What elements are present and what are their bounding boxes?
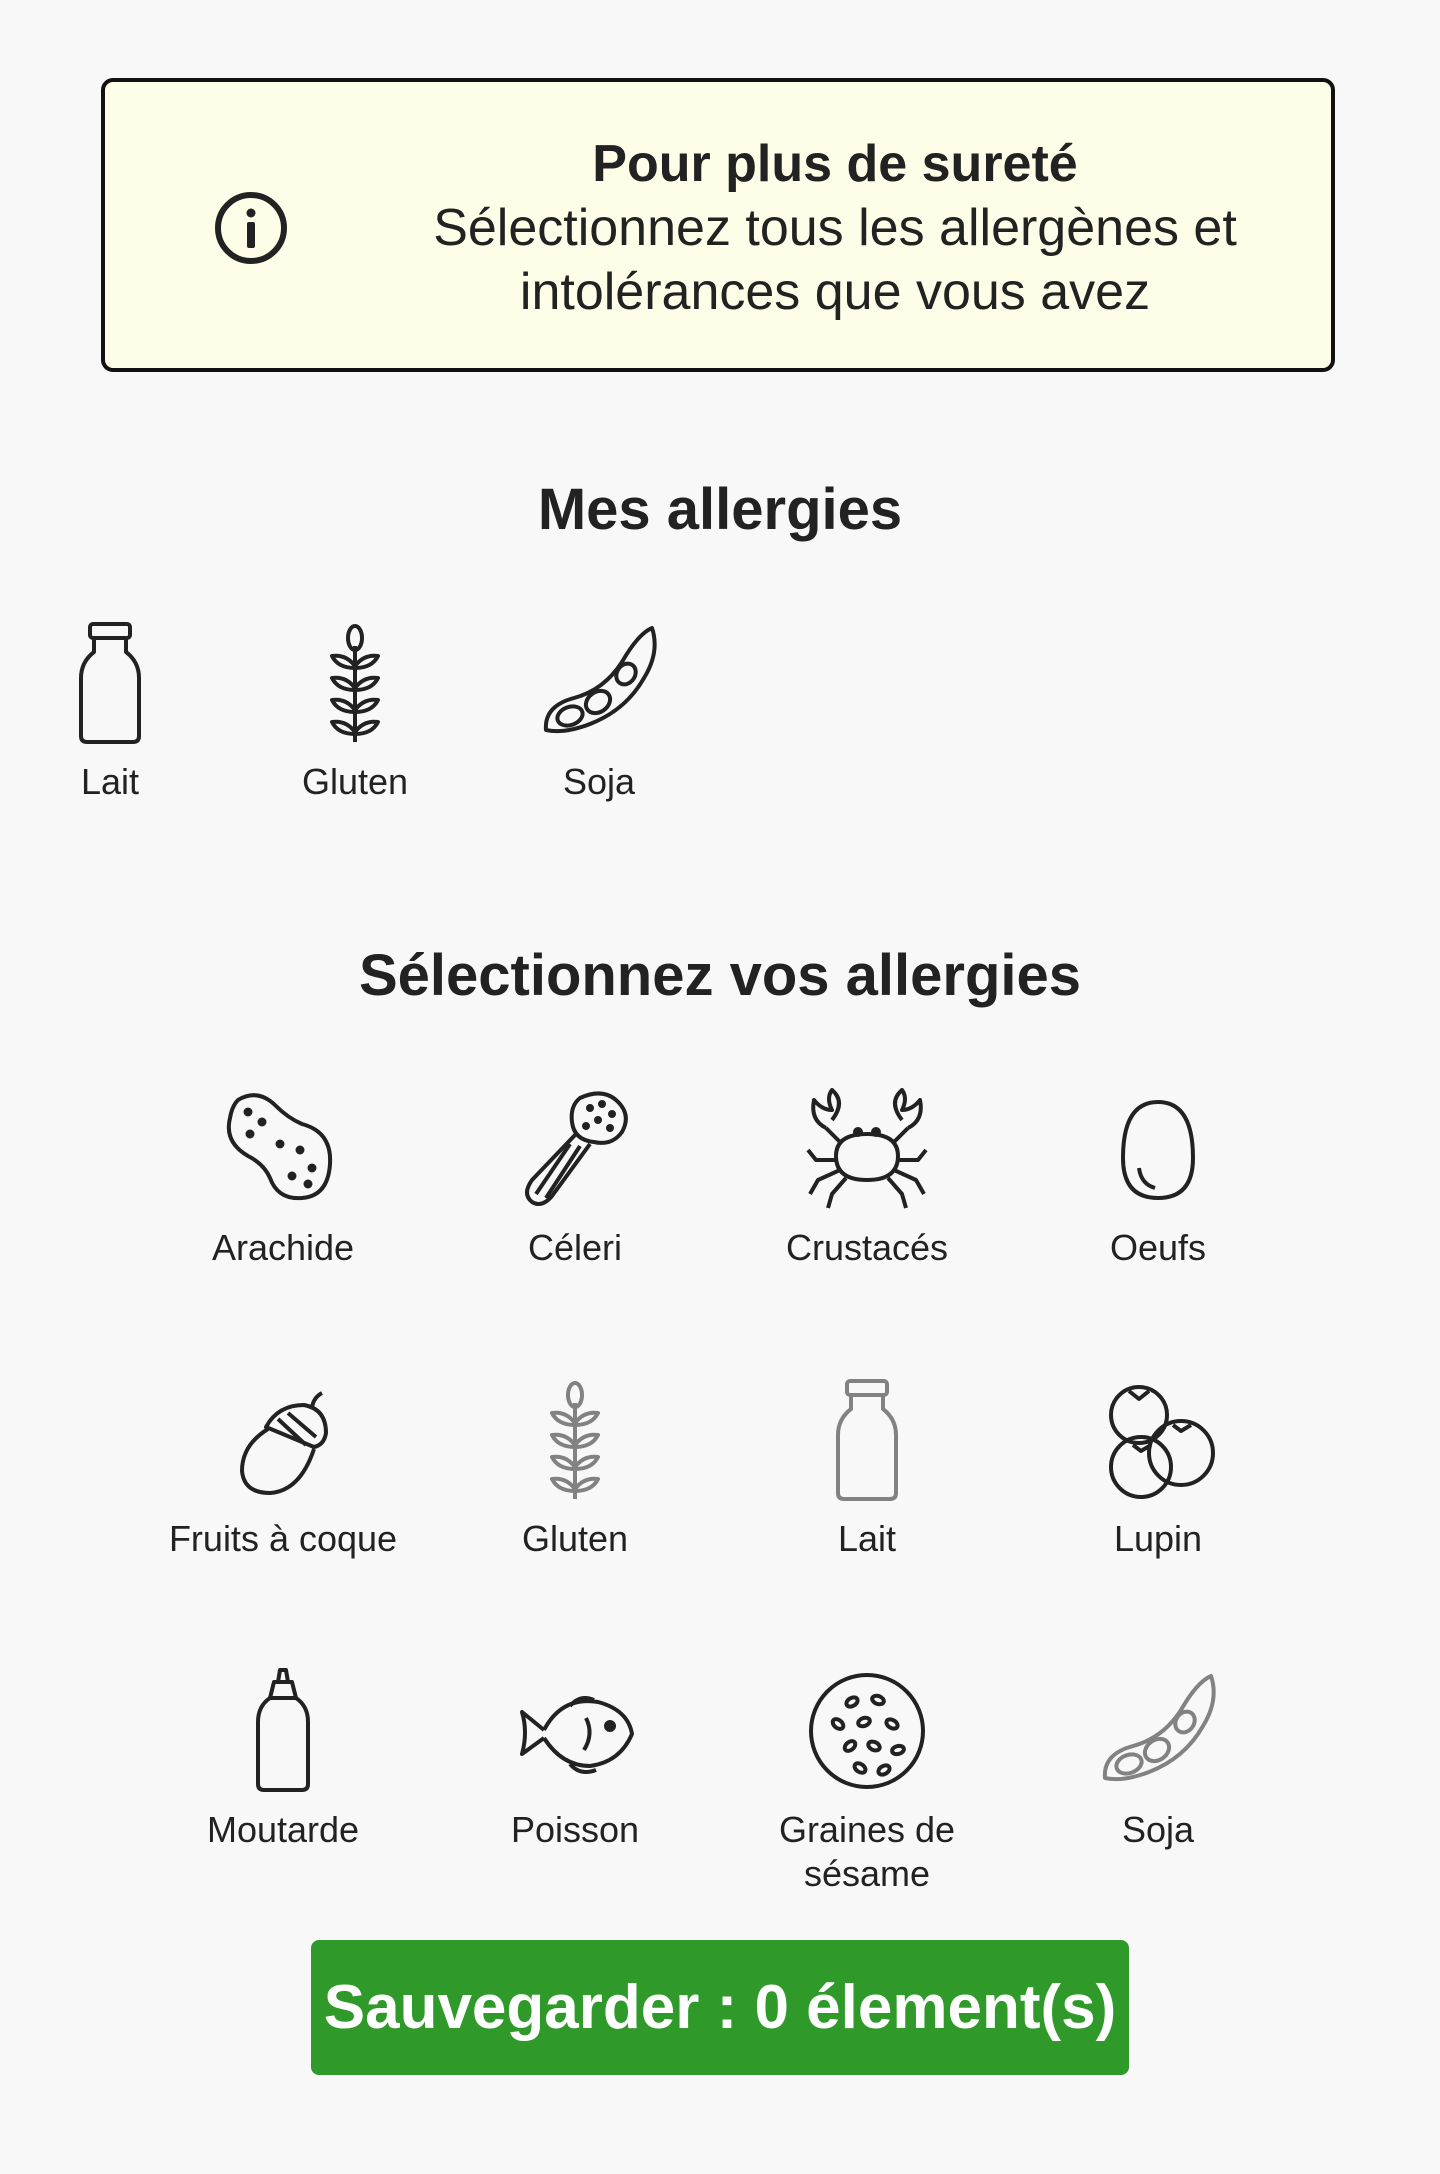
allergen-oeufs[interactable]: Oeufs	[1028, 1084, 1288, 1270]
info-title: Pour plus de sureté	[592, 135, 1078, 193]
celery-icon	[525, 1091, 628, 1206]
allergen-label: Céleri	[527, 1227, 623, 1268]
allergen-label: Gluten	[521, 1518, 629, 1559]
wheat-icon	[550, 1381, 600, 1499]
allergen-label: Oeufs	[1109, 1227, 1207, 1268]
allergen-sesame[interactable]: Graines de sésame	[737, 1666, 997, 1896]
allergen-lait[interactable]: Lait	[737, 1375, 997, 1561]
allergen-label: Arachide	[211, 1227, 355, 1268]
allergen-crustaces[interactable]: Crustacés	[737, 1084, 997, 1270]
allergen-celeri[interactable]: Céleri	[445, 1084, 705, 1270]
allergen-gluten[interactable]: Gluten	[445, 1375, 705, 1561]
lupin-icon	[1109, 1385, 1215, 1499]
allergen-label: Crustacés	[785, 1227, 949, 1268]
soy-pod-icon	[1102, 1674, 1216, 1782]
soy-pod-icon	[543, 626, 657, 734]
my-allergy-lait[interactable]: Lait	[0, 618, 240, 804]
my-allergy-gluten[interactable]: Gluten	[225, 618, 485, 804]
allergen-label: Poisson	[510, 1809, 640, 1850]
allergen-arachide[interactable]: Arachide	[153, 1084, 413, 1270]
allergen-label: Graines de sésame	[778, 1809, 956, 1894]
sesame-icon	[809, 1673, 925, 1789]
fish-icon	[520, 1696, 634, 1774]
egg-icon	[1121, 1100, 1195, 1200]
acorn-icon	[240, 1391, 328, 1495]
info-circle-icon	[215, 192, 287, 264]
allergen-lupin[interactable]: Lupin	[1028, 1375, 1288, 1561]
allergen-label: Soja	[1121, 1809, 1195, 1850]
my-allergy-soja[interactable]: Soja	[469, 618, 729, 804]
allergy-label: Lait	[80, 761, 140, 802]
select-allergies-title: Sélectionnez vos allergies	[358, 943, 1082, 1008]
info-text: Pour plus de sureté Sélectionnez tous le…	[405, 132, 1265, 324]
allergen-fruits-a-coque[interactable]: Fruits à coque	[153, 1375, 413, 1561]
allergen-soja[interactable]: Soja	[1028, 1666, 1288, 1852]
allergen-label: Lupin	[1113, 1518, 1203, 1559]
milk-bottle-icon	[79, 622, 141, 744]
save-button[interactable]: Sauvegarder : 0 élement(s)	[311, 1940, 1129, 2075]
wheat-icon	[330, 624, 380, 742]
info-banner: Pour plus de sureté Sélectionnez tous le…	[101, 78, 1335, 372]
allergen-label: Fruits à coque	[168, 1518, 398, 1559]
peanut-icon	[226, 1093, 333, 1201]
milk-bottle-icon	[836, 1379, 898, 1501]
allergen-poisson[interactable]: Poisson	[445, 1666, 705, 1852]
my-allergies-title: Mes allergies	[537, 477, 903, 542]
mustard-bottle-icon	[256, 1668, 310, 1792]
info-body: Sélectionnez tous les allergènes et into…	[433, 199, 1237, 321]
allergy-label: Gluten	[301, 761, 409, 802]
allergen-moutarde[interactable]: Moutarde	[153, 1666, 413, 1852]
allergen-label: Lait	[837, 1518, 897, 1559]
allergy-label: Soja	[562, 761, 636, 802]
crab-icon	[806, 1088, 928, 1209]
allergen-label: Moutarde	[206, 1809, 360, 1850]
